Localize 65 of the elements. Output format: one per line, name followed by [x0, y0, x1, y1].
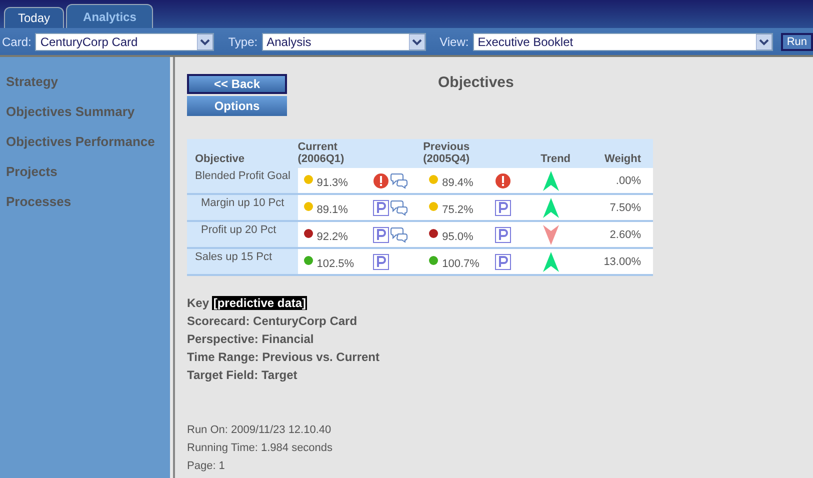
detail-line: Time Range: Previous vs. Current: [187, 350, 381, 366]
run-info-line: Running Time: 1.984 seconds: [187, 442, 334, 456]
dropdown[interactable]: Analysis: [262, 32, 426, 50]
column-header: Weight: [582, 139, 653, 168]
sidebar-item[interactable]: Objectives Summary: [0, 104, 170, 134]
sidebar-item[interactable]: Strategy: [0, 74, 170, 104]
weight-value: 7.50%: [610, 202, 641, 214]
column-header: Current (2006Q1): [298, 141, 344, 165]
tab[interactable]: Today: [4, 7, 64, 28]
detail-line: Scorecard: CenturyCorp Card: [187, 314, 358, 330]
percent-value: 92.2%: [316, 230, 348, 242]
up-arrow-icon: [542, 170, 559, 190]
sidebar-item[interactable]: Processes: [0, 194, 170, 224]
down-arrow-icon: [542, 224, 559, 244]
run-info-line: Run On: 2009/11/23 12.10.40: [187, 424, 332, 438]
predictive-icon[interactable]: [495, 226, 512, 242]
detail-line: Target Field: Target: [187, 368, 298, 384]
report-title: Objectives: [438, 74, 514, 93]
column-header: Previous (2005Q4): [423, 141, 470, 165]
weight-value: 2.60%: [610, 228, 641, 240]
percent-value: 89.4%: [442, 176, 474, 188]
tab[interactable]: Analytics: [66, 4, 154, 28]
back-button[interactable]: << Back: [187, 74, 287, 94]
predictive-icon[interactable]: [495, 254, 512, 270]
speech-bubbles-icon[interactable]: [390, 200, 408, 216]
sidebar-item[interactable]: Objectives Performance: [0, 134, 170, 164]
caret-icon: [408, 34, 425, 50]
up-arrow-icon: [542, 198, 559, 218]
alert-icon[interactable]: [373, 172, 390, 188]
percent-value: 91.3%: [316, 176, 348, 188]
weight-value: .00%: [616, 174, 641, 186]
run-info-line: Page: 1: [187, 460, 226, 474]
percent-value: 75.2%: [442, 204, 474, 216]
percent-value: 95.0%: [442, 230, 474, 242]
sidebar-item[interactable]: Projects: [0, 164, 170, 194]
caret-icon: [756, 34, 772, 50]
predictive-icon[interactable]: [373, 226, 390, 242]
caret-icon: [197, 34, 214, 50]
up-arrow-icon: [542, 252, 559, 272]
objective-name: Blended Profit Goal: [195, 170, 290, 182]
field-label: View:: [440, 34, 469, 48]
run-button[interactable]: Run: [780, 32, 813, 50]
column-header: Objective: [187, 139, 298, 168]
speech-bubbles-icon[interactable]: [390, 226, 408, 242]
predictive-icon[interactable]: [373, 200, 390, 216]
detail-line: Perspective: Financial: [187, 332, 315, 348]
dropdown[interactable]: Executive Booklet: [472, 32, 773, 50]
key-label: Key: [187, 296, 210, 310]
field-label: Type:: [228, 34, 258, 48]
predictive-icon[interactable]: [373, 254, 390, 270]
objective-name: Margin up 10 Pct: [201, 197, 284, 209]
column-header: Trend: [540, 139, 582, 168]
objective-name: Profit up 20 Pct: [201, 224, 276, 236]
alert-icon[interactable]: [495, 172, 512, 188]
options-button[interactable]: Options: [187, 96, 287, 116]
percent-value: 89.1%: [316, 204, 348, 216]
predictive-data-tag: [predictive data]: [212, 296, 308, 310]
objective-name: Sales up 15 Pct: [195, 251, 272, 263]
weight-value: 13.00%: [604, 256, 641, 268]
field-label: Card:: [2, 34, 32, 48]
percent-value: 100.7%: [442, 258, 480, 270]
predictive-icon[interactable]: [495, 200, 512, 216]
speech-bubbles-icon[interactable]: [390, 172, 408, 188]
percent-value: 102.5%: [316, 258, 354, 270]
dropdown[interactable]: CenturyCorp Card: [35, 32, 214, 50]
